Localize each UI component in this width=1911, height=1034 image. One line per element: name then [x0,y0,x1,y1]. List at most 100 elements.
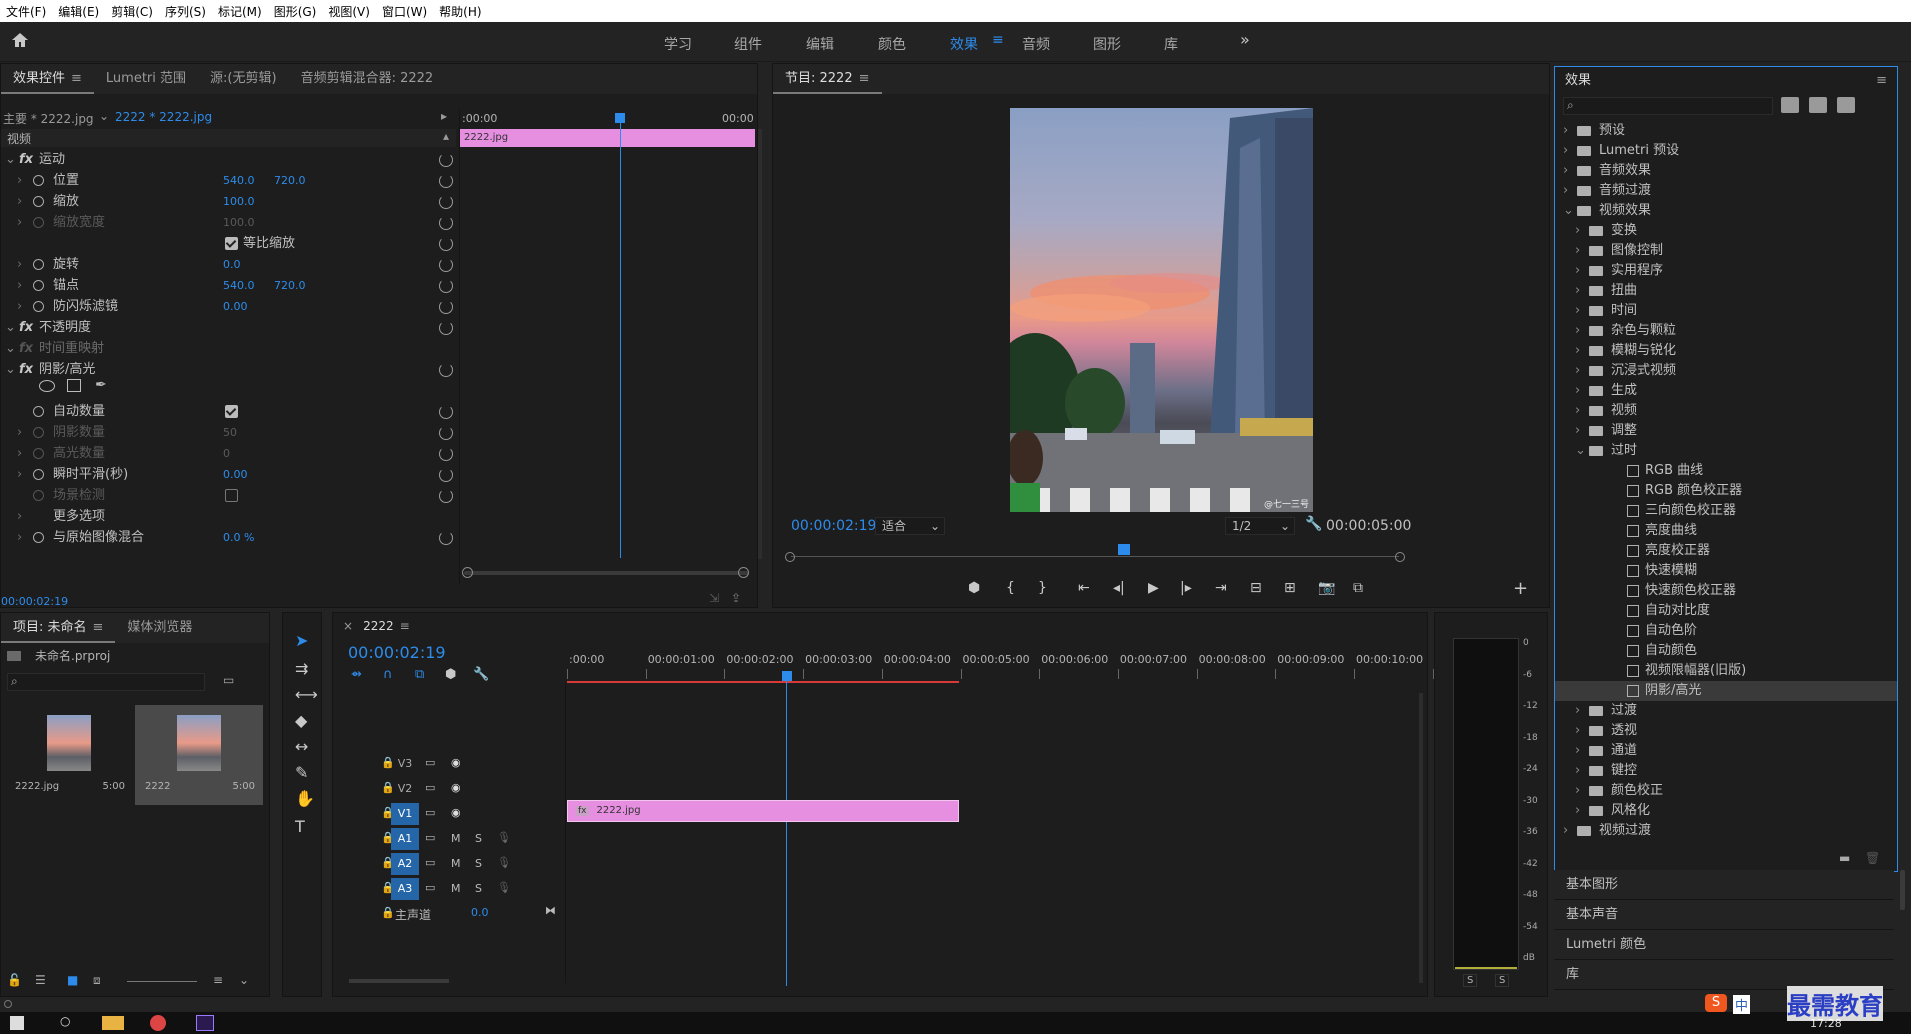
sync-lock-icon[interactable]: ▭ [425,881,435,894]
go-to-in-icon[interactable]: ⇤ [1078,580,1090,596]
effect-item[interactable]: 阴影/高光 [1555,681,1897,701]
track-header[interactable]: 🔒 V2 ▭ ◉ [333,778,528,801]
value-field[interactable]: 0.00 [223,296,248,317]
play-icon[interactable]: ▶ [1148,580,1159,596]
effect-folder[interactable]: › 风格化 [1555,801,1897,821]
value-field[interactable]: 50 [223,422,237,443]
chevron-right-icon[interactable]: › [1575,341,1580,361]
reset-icon[interactable] [439,216,453,230]
effect-folder[interactable]: › 透视 [1555,721,1897,741]
fx-icon[interactable]: fx [19,359,33,380]
value-field[interactable]: 0.0 % [223,527,254,548]
effect-row[interactable]: › 旋转 0.0 [1,254,456,275]
reset-icon[interactable] [439,279,453,293]
solo-left-button[interactable]: S [1463,974,1478,987]
tab-project[interactable]: 项目: 未命名 ≡ [1,613,116,643]
stopwatch-icon[interactable] [33,301,44,312]
32bit-icon[interactable] [1809,97,1827,113]
reset-icon[interactable] [439,447,453,461]
workspace-tab[interactable]: 音频 [1022,34,1050,54]
step-forward-icon[interactable]: |▸ [1180,580,1192,596]
chevron-down-icon[interactable]: ⌄ [5,149,16,170]
compare-icon[interactable]: ⧉ [1353,580,1363,596]
razor-icon[interactable]: ◆ [295,711,307,730]
lock-icon[interactable]: 🔒 [381,906,395,919]
sync-lock-icon[interactable]: ▭ [425,831,435,844]
track-select-icon[interactable]: ⇉ [295,659,308,678]
chevron-right-icon[interactable]: › [1563,121,1568,141]
ec-clip-bar[interactable]: 2222.jpg [460,129,755,147]
track-header[interactable]: 🔒 A1 ▭ M S 🎙 [333,828,528,851]
track-target[interactable]: A2 [391,853,419,875]
chrome-icon[interactable] [150,1015,166,1031]
chevron-right-icon[interactable]: › [1563,821,1568,841]
track-header[interactable]: 🔒 V3 ▭ ◉ [333,753,528,776]
reset-icon[interactable] [439,363,453,377]
panel-menu-icon[interactable]: ≡ [400,619,410,633]
eye-icon[interactable]: ◉ [451,806,461,819]
resolution-dropdown[interactable]: 1/2 ⌄ [1225,517,1295,535]
tab-media-browser[interactable]: 媒体浏览器 [115,613,204,643]
chevron-right-icon[interactable]: › [1575,321,1580,341]
effect-item[interactable]: 自动对比度 [1555,601,1897,621]
chevron-right-icon[interactable]: › [1575,301,1580,321]
ripple-edit-icon[interactable]: ⟷ [295,685,318,704]
v1-clip[interactable]: fx 2222.jpg [567,800,959,822]
chevron-right-icon[interactable]: › [17,191,22,212]
chevron-right-icon[interactable]: › [1575,381,1580,401]
reset-icon[interactable] [439,531,453,545]
value-field[interactable]: 0.00 [223,464,248,485]
effect-folder[interactable]: › 预设 [1555,121,1897,141]
track-target[interactable]: V2 [391,778,419,800]
solo-right-button[interactable]: S [1495,974,1510,987]
home-icon[interactable] [10,30,30,50]
ec-filter-icon[interactable]: ⇪ [731,591,741,605]
effect-folder[interactable]: › 过渡 [1555,701,1897,721]
effect-item[interactable]: RGB 颜色校正器 [1555,481,1897,501]
workspace-menu-icon[interactable]: ≡ [992,32,1004,48]
effect-row[interactable]: › 缩放 100.0 [1,191,456,212]
track-header[interactable]: 🔒 V1 ▭ ◉ [333,803,528,826]
menu-item[interactable]: 视图(V) [322,3,376,20]
chevron-right-icon[interactable]: › [1575,761,1580,781]
chevron-right-icon[interactable]: › [17,464,22,485]
effect-folder[interactable]: › 调整 [1555,421,1897,441]
reset-icon[interactable] [439,258,453,272]
effect-folder[interactable]: › 模糊与锐化 [1555,341,1897,361]
effect-row[interactable]: › 防闪烁滤镜 0.00 [1,296,456,317]
value-field[interactable]: 100.0 [223,212,255,233]
ec-export-icon[interactable]: ⇲ [709,591,719,605]
effect-folder[interactable]: › 杂色与颗粒 [1555,321,1897,341]
stopwatch-icon[interactable] [33,406,44,417]
chevron-down-icon[interactable]: ⌄ [99,109,109,123]
add-button-icon[interactable]: + [1513,578,1528,599]
timeline-vscroll[interactable] [1419,693,1423,983]
chevron-down-icon[interactable]: ⌄ [5,338,16,359]
checkbox[interactable] [225,405,238,418]
snap-icon[interactable]: ∩ [383,667,393,682]
camera-icon[interactable]: 📷 [1318,580,1335,596]
clip-label[interactable]: 2222 * 2222.jpg [115,110,212,124]
stopwatch-icon[interactable] [33,196,44,207]
more-workspaces-icon[interactable]: » [1240,30,1250,49]
fx-icon[interactable]: fx [19,317,33,338]
effect-item[interactable]: 自动颜色 [1555,641,1897,661]
reset-icon[interactable] [439,195,453,209]
effect-folder[interactable]: › 键控 [1555,761,1897,781]
menu-item[interactable]: 文件(F) [0,3,52,20]
effect-row[interactable]: ⌄ fx 阴影/高光 [1,359,456,380]
chevron-right-icon[interactable]: › [1575,741,1580,761]
menu-item[interactable]: 编辑(E) [52,3,105,20]
tab-lumetri-scopes[interactable]: Lumetri 范围 [94,64,198,94]
chevron-right-icon[interactable]: › [1563,181,1568,201]
timeline-timecode[interactable]: 00:00:02:19 [348,643,446,662]
effects-search-input[interactable]: ⌕ [1563,97,1773,115]
effect-folder[interactable]: › 实用程序 [1555,261,1897,281]
stopwatch-icon[interactable] [33,427,44,438]
hand-icon[interactable]: ✋ [295,789,315,808]
effect-item[interactable]: 快速颜色校正器 [1555,581,1897,601]
tab-program[interactable]: 节目: 2222 ≡ [773,64,882,94]
effect-row[interactable]: 自动数量 [1,401,456,422]
zoom-slider[interactable] [127,981,197,982]
timeline-settings-icon[interactable]: 🔧 [473,667,489,682]
